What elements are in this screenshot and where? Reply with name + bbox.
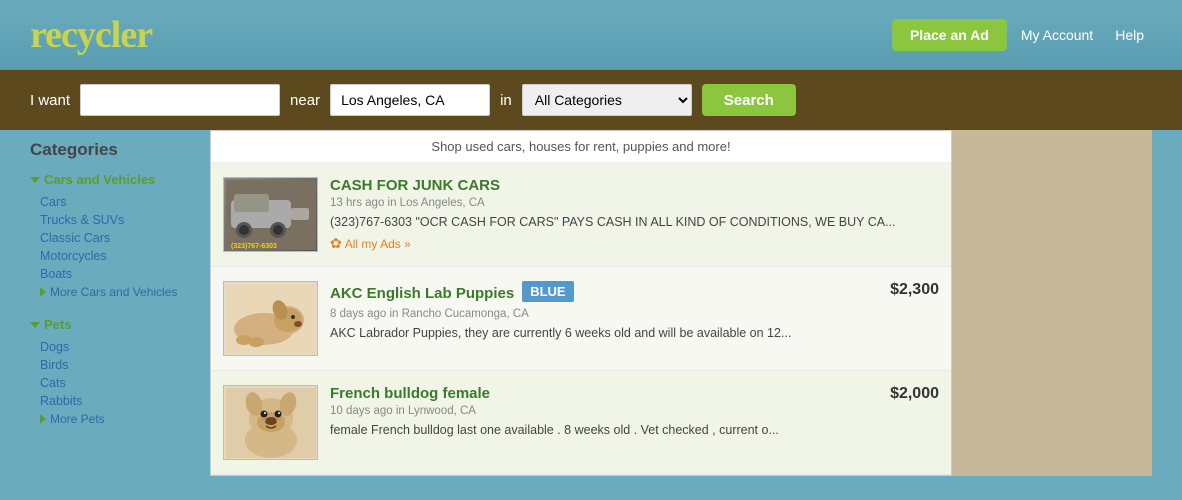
listing-thumb-lab [223, 281, 318, 356]
listing-desc-french: female French bulldog last one available… [330, 421, 857, 439]
listing-thumb-junk: (323)767-6303 [223, 177, 318, 252]
blue-badge: BLUE [522, 281, 573, 302]
listings-panel: Shop used cars, houses for rent, puppies… [210, 130, 952, 476]
search-button[interactable]: Search [702, 84, 796, 116]
listing-item: (323)767-6303 CASH FOR JUNK CARS 13 hrs … [211, 163, 951, 267]
listing-body-lab: AKC English Lab Puppies BLUE 8 days ago … [330, 281, 857, 342]
header-nav: Place an Ad My Account Help [892, 19, 1152, 51]
arrow-down-pets-icon [30, 322, 40, 328]
more-pets-link[interactable]: More Pets [30, 410, 200, 428]
sidebar-title: Categories [30, 140, 200, 160]
listing-desc-junk: (323)767-6303 "OCR CASH FOR CARS" PAYS C… [330, 213, 939, 231]
listing-price-french: $2,000 [869, 385, 939, 403]
sidebar-item-trucks[interactable]: Trucks & SUVs [30, 211, 200, 229]
listing-body-junk: CASH FOR JUNK CARS 13 hrs ago in Los Ang… [330, 177, 939, 252]
listing-title-lab[interactable]: AKC English Lab Puppies [330, 285, 514, 302]
sidebar-item-classic-cars[interactable]: Classic Cars [30, 229, 200, 247]
listing-thumb-french [223, 385, 318, 460]
logo-text: recycler [30, 14, 152, 56]
arrow-right-pets-icon [40, 414, 46, 424]
listing-price-lab: $2,300 [869, 281, 939, 299]
right-sidebar [952, 130, 1152, 476]
search-bar: I want near in All Categories Cars and V… [0, 70, 1182, 130]
place-ad-button[interactable]: Place an Ad [892, 19, 1007, 51]
svg-text:(323)767-6303: (323)767-6303 [231, 243, 277, 250]
in-label: in [500, 92, 512, 109]
pets-heading[interactable]: Pets [30, 317, 200, 332]
listing-item: French bulldog female 10 days ago in Lyn… [211, 371, 951, 475]
listing-title-junk[interactable]: CASH FOR JUNK CARS [330, 177, 500, 194]
listing-meta-junk: 13 hrs ago in Los Angeles, CA [330, 197, 939, 209]
arrow-down-icon [30, 177, 40, 183]
listing-item: AKC English Lab Puppies BLUE 8 days ago … [211, 267, 951, 371]
sidebar-item-cars[interactable]: Cars [30, 193, 200, 211]
help-link[interactable]: Help [1107, 27, 1152, 43]
arrow-right-icon [40, 287, 46, 297]
category-section-cars: Cars and Vehicles Cars Trucks & SUVs Cla… [30, 172, 200, 301]
listing-meta-lab: 8 days ago in Rancho Cucamonga, CA [330, 308, 857, 320]
listing-body-french: French bulldog female 10 days ago in Lyn… [330, 385, 857, 439]
near-label: near [290, 92, 320, 109]
cars-vehicles-heading[interactable]: Cars and Vehicles [30, 172, 200, 187]
category-select[interactable]: All Categories Cars and Vehicles Pets Re… [522, 84, 692, 116]
i-want-label: I want [30, 92, 70, 109]
logo: recycler [30, 13, 152, 57]
sidebar: Categories Cars and Vehicles Cars Trucks… [30, 130, 210, 476]
header: recycler Place an Ad My Account Help [0, 0, 1182, 70]
main-content: Categories Cars and Vehicles Cars Trucks… [0, 130, 1182, 496]
sidebar-item-rabbits[interactable]: Rabbits [30, 392, 200, 410]
flower-icon: ✿ [330, 235, 342, 252]
search-near-input[interactable] [330, 84, 490, 116]
listing-title-french[interactable]: French bulldog female [330, 385, 490, 402]
sidebar-item-cats[interactable]: Cats [30, 374, 200, 392]
sidebar-item-birds[interactable]: Birds [30, 356, 200, 374]
sidebar-item-boats[interactable]: Boats [30, 265, 200, 283]
content-subheader: Shop used cars, houses for rent, puppies… [211, 131, 951, 163]
search-want-input[interactable] [80, 84, 280, 116]
sidebar-item-dogs[interactable]: Dogs [30, 338, 200, 356]
listing-desc-lab: AKC Labrador Puppies, they are currently… [330, 324, 857, 342]
category-section-pets: Pets Dogs Birds Cats Rabbits More Pets [30, 317, 200, 428]
listing-meta-french: 10 days ago in Lynwood, CA [330, 405, 857, 417]
all-ads-link[interactable]: ✿ All my Ads » [330, 235, 939, 252]
my-account-link[interactable]: My Account [1013, 27, 1101, 43]
more-cars-link[interactable]: More Cars and Vehicles [30, 283, 200, 301]
sidebar-item-motorcycles[interactable]: Motorcycles [30, 247, 200, 265]
